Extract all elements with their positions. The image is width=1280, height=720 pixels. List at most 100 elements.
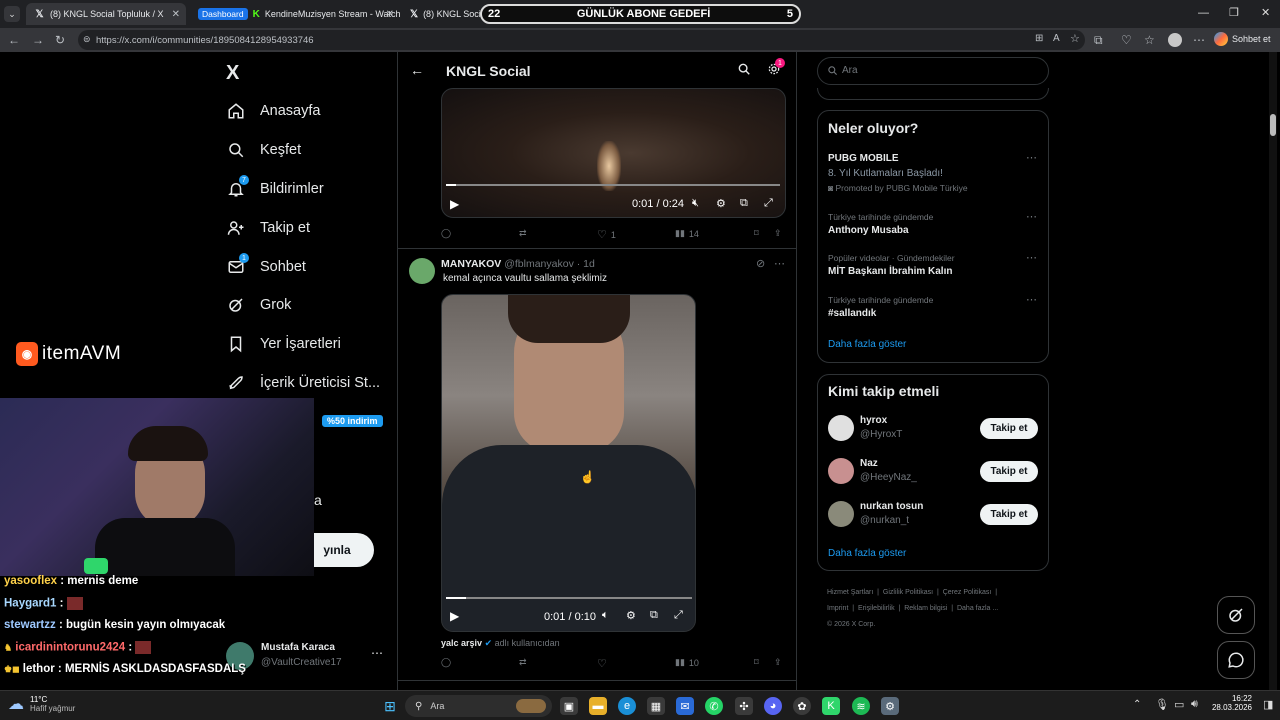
bookmark-button[interactable]: ⌑: [754, 657, 759, 668]
close-icon[interactable]: ✕: [386, 9, 394, 20]
reply-button[interactable]: ◯: [441, 657, 451, 668]
scrollbar[interactable]: [1269, 52, 1277, 690]
more-icon[interactable]: ⋯: [1026, 251, 1037, 264]
more-icon[interactable]: ⋯: [1026, 210, 1037, 223]
minimize-icon[interactable]: —: [1198, 7, 1209, 19]
edge-browser-icon[interactable]: e: [618, 697, 636, 715]
tray-expand-icon[interactable]: ⌃: [1133, 699, 1141, 710]
tab-list-icon[interactable]: ⌄: [4, 6, 20, 22]
footer-link[interactable]: Hizmet Şartları: [827, 589, 873, 596]
picture-in-picture-icon[interactable]: ⧉: [740, 197, 748, 210]
copilot-chat-button[interactable]: Sohbet et: [1214, 32, 1271, 46]
network-icon[interactable]: ▭: [1174, 698, 1184, 711]
follow-suggestion[interactable]: Naz @HeeyNaz_ Takip et: [818, 456, 1048, 488]
follow-button[interactable]: Takip et: [980, 418, 1038, 439]
back-arrow-icon[interactable]: ←: [410, 62, 424, 78]
follow-button[interactable]: Takip et: [980, 504, 1038, 525]
reply-button[interactable]: ◯: [441, 228, 451, 239]
bookmark-button[interactable]: ⌑: [754, 228, 759, 239]
tab-kngl-social[interactable]: 𝕏 (8) KNGL Social Topluluk / X ✕: [26, 3, 186, 25]
repost-button[interactable]: ⇄: [519, 228, 527, 239]
profile-avatar[interactable]: [1168, 33, 1182, 47]
sidebar-item-home[interactable]: Anasayfa: [226, 98, 320, 124]
read-aloud-icon[interactable]: A: [1053, 33, 1060, 44]
taskbar-search[interactable]: ⚲ Ara: [405, 695, 552, 717]
views-button[interactable]: ▮▮ 14: [675, 228, 699, 239]
discord-icon[interactable]: ◕: [764, 697, 782, 715]
play-icon[interactable]: ▶: [450, 197, 459, 211]
url-field[interactable]: ⊜ https://x.com/i/communities/1895084128…: [78, 30, 1085, 50]
mail-app-icon[interactable]: ✉: [676, 697, 694, 715]
video-progress-track[interactable]: [446, 597, 692, 599]
sidebar-item-bookmarks[interactable]: Yer İşaretleri: [226, 331, 341, 357]
video-settings-icon[interactable]: ⚙: [626, 609, 636, 622]
footer-link[interactable]: Çerez Politikası: [943, 589, 992, 596]
messages-floating-button[interactable]: [1217, 641, 1255, 679]
follow-suggestion[interactable]: nurkan tosun @nurkan_t Takip et: [818, 499, 1048, 531]
play-icon[interactable]: ▶: [450, 609, 459, 623]
x-logo-icon[interactable]: X: [226, 62, 239, 85]
mute-icon[interactable]: 🔇︎: [692, 197, 699, 210]
clock[interactable]: 16:22 28.03.2026: [1208, 694, 1252, 712]
sidebar-item-explore[interactable]: Keşfet: [226, 137, 301, 163]
footer-link[interactable]: Daha fazla ...: [957, 605, 998, 612]
more-icon[interactable]: ⋯: [371, 646, 383, 660]
show-more-link[interactable]: Daha fazla göster: [828, 339, 906, 350]
views-button[interactable]: ▮▮ 10: [675, 657, 699, 668]
microphone-icon[interactable]: 🎙︎: [1155, 698, 1169, 711]
more-icon[interactable]: ⋯: [774, 257, 785, 270]
footer-link[interactable]: Erişilebilirlik: [858, 605, 895, 612]
whatsapp-icon[interactable]: ✆: [705, 697, 723, 715]
sidebar-item-notifications[interactable]: 7 Bildirimler: [226, 175, 324, 202]
repost-button[interactable]: ⇄: [519, 657, 527, 668]
browser-essentials-icon[interactable]: ♡: [1121, 33, 1132, 47]
fullscreen-icon[interactable]: ⤢: [764, 197, 773, 210]
post-author-name[interactable]: MANYAKOV: [441, 258, 501, 270]
file-explorer-icon[interactable]: ▬: [589, 697, 607, 715]
share-button[interactable]: ⇪: [774, 657, 782, 668]
grok-floating-button[interactable]: [1217, 596, 1255, 634]
search-input[interactable]: Ara: [817, 57, 1049, 85]
account-switcher[interactable]: Mustafa Karaca @VaultCreative17 ⋯: [226, 640, 386, 674]
footer-link[interactable]: Imprint: [827, 605, 848, 612]
trend-item[interactable]: Popüler videolar · Gündemdekiler MİT Baş…: [818, 251, 1048, 285]
windows-start-icon[interactable]: ⊞: [381, 697, 399, 715]
favorites-icon[interactable]: ☆: [1144, 33, 1155, 47]
site-info-icon[interactable]: ⊜: [83, 34, 91, 45]
window-close-icon[interactable]: ✕: [1261, 6, 1270, 19]
more-icon[interactable]: ⋯: [1026, 151, 1037, 164]
fullscreen-icon[interactable]: ⤢: [674, 609, 683, 622]
spotify-icon[interactable]: ≋: [852, 697, 870, 715]
footer-link[interactable]: Reklam bilgisi: [904, 605, 947, 612]
maximize-icon[interactable]: ❐: [1229, 6, 1239, 19]
app-install-icon[interactable]: ⊞: [1035, 33, 1043, 44]
task-view-icon[interactable]: ▣: [560, 697, 578, 715]
like-button[interactable]: ♡ 1: [597, 228, 616, 241]
more-icon[interactable]: ⋯: [1026, 293, 1037, 306]
volume-icon[interactable]: 🔈︎: [602, 609, 609, 622]
sidebar-item-messages[interactable]: 1 Sohbet: [226, 253, 306, 280]
scrollbar-thumb[interactable]: [1270, 114, 1276, 136]
trend-item[interactable]: PUBG MOBILE 8. Yıl Kutlamaları Başladı! …: [818, 151, 1048, 195]
source-user[interactable]: yalc arşiv: [441, 638, 482, 648]
settings-app-icon[interactable]: ⚙: [881, 697, 899, 715]
chatgpt-icon[interactable]: ✿: [793, 697, 811, 715]
more-options-icon[interactable]: ⋯: [1193, 33, 1205, 47]
video-settings-icon[interactable]: ⚙: [716, 197, 726, 210]
trend-item[interactable]: Türkiye tarihinde gündemde #sallandık ⋯: [818, 293, 1048, 327]
show-more-link[interactable]: Daha fazla göster: [828, 548, 906, 559]
grok-explain-icon[interactable]: ⊘: [756, 257, 765, 270]
favorite-star-icon[interactable]: ☆: [1070, 32, 1080, 45]
tab-dashboard[interactable]: Dashboard K KendineMuzisyen Stream - Wat…: [190, 3, 400, 25]
sidebar-item-creator-studio[interactable]: İçerik Üreticisi St...: [226, 370, 380, 396]
volume-icon[interactable]: 🔊︎: [1191, 698, 1198, 711]
video-player[interactable]: ▶ 0:01 / 0:10 🔈︎ ⚙ ⧉ ⤢: [441, 294, 696, 632]
post-author-handle[interactable]: @fblmanyakov: [504, 258, 574, 270]
trend-item[interactable]: Türkiye tarihinde gündemde Anthony Musab…: [818, 210, 1048, 244]
follow-suggestion[interactable]: hyrox @HyroxT Takip et: [818, 413, 1048, 445]
like-button[interactable]: ♡: [597, 657, 607, 670]
kick-app-icon[interactable]: K: [822, 697, 840, 715]
extensions-icon[interactable]: ⧉: [1094, 33, 1103, 48]
weather-widget[interactable]: ☁ 11°C Hafif yağmur: [8, 694, 75, 714]
store-icon[interactable]: ▦: [647, 697, 665, 715]
